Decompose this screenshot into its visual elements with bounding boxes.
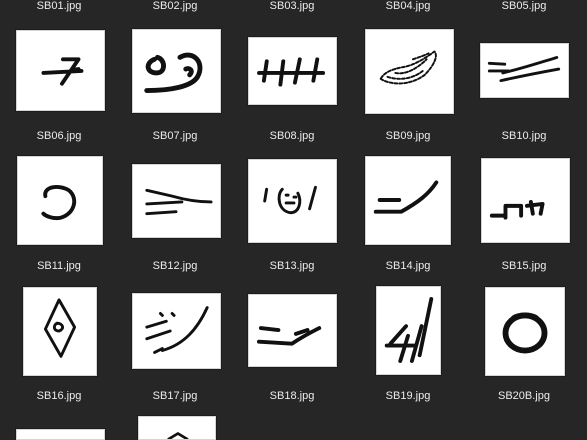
file-name-label[interactable]: SB20B.jpg <box>466 389 582 403</box>
file-name-label[interactable]: SB05.jpg <box>466 0 582 13</box>
file-thumbnail-sb20b[interactable] <box>485 287 565 376</box>
file-thumbnail-sb19[interactable] <box>376 286 441 375</box>
file-name-label[interactable]: SB16.jpg <box>1 389 117 403</box>
file-name-label[interactable]: SB19.jpg <box>350 389 466 403</box>
file-name-label[interactable]: SB13.jpg <box>234 259 350 273</box>
file-name-label[interactable]: SB10.jpg <box>466 129 582 143</box>
file-thumbnail-sb06[interactable] <box>16 30 105 111</box>
file-thumbnail-sb16[interactable] <box>23 287 97 376</box>
file-name-label[interactable]: SB15.jpg <box>466 259 582 273</box>
file-name-label[interactable]: SB12.jpg <box>117 259 233 273</box>
file-name-label[interactable]: SB03.jpg <box>234 0 350 13</box>
file-thumbnail-sb08[interactable] <box>248 37 337 105</box>
file-name-label[interactable]: SB14.jpg <box>350 259 466 273</box>
file-thumbnail-sb14[interactable] <box>365 156 451 245</box>
file-thumbnail-partial[interactable] <box>16 429 105 440</box>
file-thumbnail-sb15[interactable] <box>481 158 570 243</box>
file-name-label[interactable]: SB08.jpg <box>234 129 350 143</box>
file-name-label[interactable]: SB02.jpg <box>117 0 233 13</box>
file-name-label[interactable]: SB09.jpg <box>350 129 466 143</box>
file-thumbnail-sb10[interactable] <box>480 43 569 98</box>
file-thumbnail-sb18[interactable] <box>248 294 337 367</box>
file-name-label[interactable]: SB04.jpg <box>350 0 466 13</box>
file-name-label[interactable]: SB11.jpg <box>1 259 117 273</box>
file-thumbnail-sb13[interactable] <box>248 159 337 243</box>
file-name-label[interactable]: SB01.jpg <box>1 0 117 13</box>
file-thumbnail-sb09[interactable] <box>365 29 454 114</box>
file-thumbnail-sb07[interactable] <box>132 29 221 113</box>
file-name-label[interactable]: SB17.jpg <box>117 389 233 403</box>
file-thumbnail-sb11[interactable] <box>17 156 103 245</box>
file-grid: { "files": [ {"name": "SB01.jpg"}, {"nam… <box>0 0 587 440</box>
file-name-label[interactable]: SB06.jpg <box>1 129 117 143</box>
file-thumbnail-sb12[interactable] <box>132 164 221 238</box>
file-thumbnail-sb17[interactable] <box>132 293 221 369</box>
file-thumbnail-partial[interactable] <box>138 416 216 440</box>
file-name-label[interactable]: SB07.jpg <box>117 129 233 143</box>
file-name-label[interactable]: SB18.jpg <box>234 389 350 403</box>
